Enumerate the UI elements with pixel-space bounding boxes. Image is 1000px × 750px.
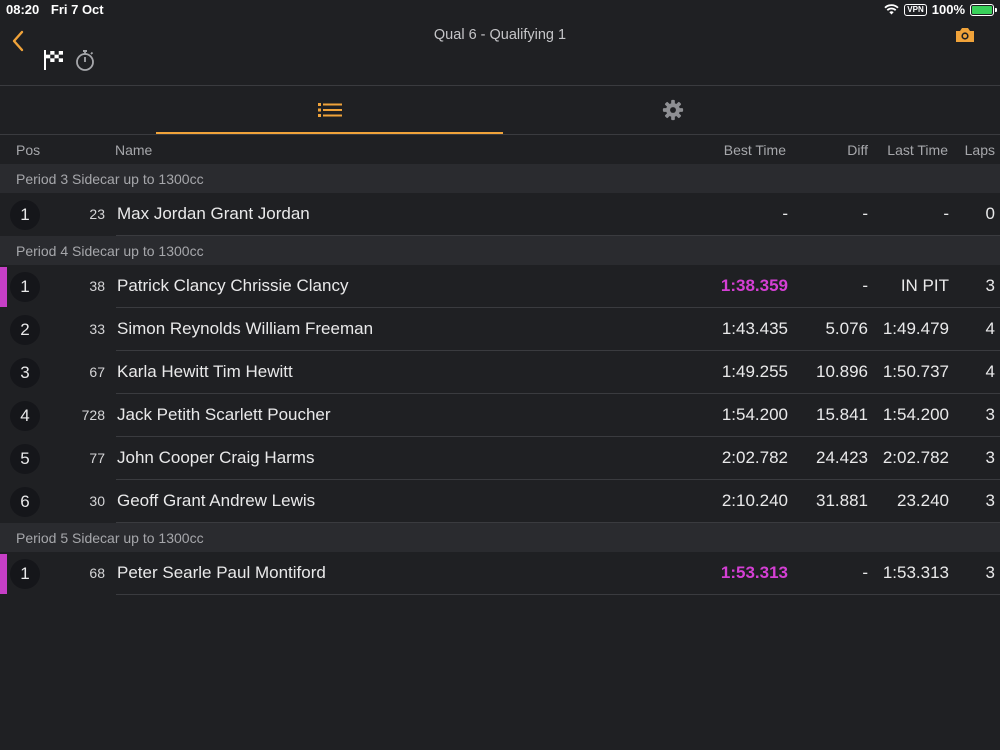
class-header: Period 3 Sidecar up to 1300cc (0, 164, 1000, 193)
status-date: Fri 7 Oct (50, 2, 104, 17)
position-badge: 1 (10, 200, 40, 230)
result-row[interactable]: 1 68 Peter Searle Paul Montiford 1:53.31… (0, 552, 1000, 595)
last-time: - (943, 204, 949, 223)
result-row[interactable]: 3 67 Karla Hewitt Tim Hewitt 1:49.255 10… (0, 351, 1000, 394)
list-icon (317, 103, 342, 117)
status-time: 08:20 (6, 2, 40, 17)
header-name[interactable]: Name (115, 142, 152, 158)
result-row[interactable]: 4 728 Jack Petith Scarlett Poucher 1:54.… (0, 394, 1000, 437)
last-time: 1:54.200 (882, 405, 949, 424)
class-title: Period 5 Sidecar up to 1300cc (16, 530, 204, 546)
stopwatch-icon[interactable] (74, 48, 96, 72)
nav-bar: Qual 6 - Qualifying 1 (0, 20, 1000, 86)
vpn-badge: VPN (904, 3, 927, 16)
diff: 5.076 (825, 319, 868, 338)
diff: 31.881 (816, 491, 868, 510)
tab-list[interactable] (156, 86, 503, 134)
class-title: Period 4 Sidecar up to 1300cc (16, 243, 204, 259)
diff: - (862, 204, 868, 223)
checkered-flag-icon[interactable] (42, 48, 66, 72)
best-time: - (782, 204, 788, 223)
race-number: 33 (89, 321, 105, 337)
class-header: Period 4 Sidecar up to 1300cc (0, 236, 1000, 265)
diff: 15.841 (816, 405, 868, 424)
result-row[interactable]: 1 23 Max Jordan Grant Jordan - - - 0 (0, 193, 1000, 236)
results-list: Period 3 Sidecar up to 1300cc 1 23 Max J… (0, 164, 1000, 595)
wifi-icon (884, 4, 899, 15)
rider-names: Patrick Clancy Chrissie Clancy (117, 276, 349, 295)
result-row[interactable]: 2 33 Simon Reynolds William Freeman 1:43… (0, 308, 1000, 351)
best-time: 1:38.359 (720, 276, 788, 295)
class-title: Period 3 Sidecar up to 1300cc (16, 171, 204, 187)
class-header: Period 5 Sidecar up to 1300cc (0, 523, 1000, 552)
diff: - (862, 276, 868, 295)
position-badge: 3 (10, 358, 40, 388)
status-clock: 08:20 Fri 7 Oct (6, 2, 104, 17)
header-pos[interactable]: Pos (16, 142, 40, 158)
last-time: 1:50.737 (882, 362, 949, 381)
position-badge: 6 (10, 487, 40, 517)
last-time: 23.240 (897, 491, 949, 510)
status-indicators: VPN 100% (884, 2, 997, 17)
result-row[interactable]: 1 38 Patrick Clancy Chrissie Clancy 1:38… (0, 265, 1000, 308)
status-bar: 08:20 Fri 7 Oct VPN 100% (0, 0, 1000, 20)
tab-settings[interactable] (503, 86, 843, 134)
position-badge: 4 (10, 401, 40, 431)
race-number: 77 (89, 450, 105, 466)
last-time: 2:02.782 (882, 448, 949, 467)
laps: 3 (985, 491, 995, 510)
rider-names: Simon Reynolds William Freeman (117, 319, 374, 338)
page-title: Qual 6 - Qualifying 1 (433, 27, 567, 43)
best-time: 2:10.240 (721, 491, 788, 510)
rider-names: John Cooper Craig Harms (117, 448, 315, 467)
laps: 4 (985, 362, 995, 381)
laps: 3 (985, 448, 995, 467)
position-badge: 1 (10, 272, 40, 302)
diff: 24.423 (816, 448, 868, 467)
rider-names: Karla Hewitt Tim Hewitt (117, 362, 293, 381)
best-time: 2:02.782 (721, 448, 788, 467)
camera-icon[interactable] (954, 25, 976, 45)
best-time: 1:49.255 (721, 362, 788, 381)
laps: 3 (985, 276, 995, 295)
position-badge: 5 (10, 444, 40, 474)
header-best-time[interactable]: Best Time (724, 142, 786, 158)
battery-icon (970, 3, 997, 16)
position-badge: 2 (10, 315, 40, 345)
rider-names: Peter Searle Paul Montiford (117, 563, 326, 582)
result-row[interactable]: 5 77 John Cooper Craig Harms 2:02.782 24… (0, 437, 1000, 480)
race-number: 38 (89, 278, 105, 294)
header-laps[interactable]: Laps (965, 142, 995, 158)
best-time: 1:43.435 (721, 319, 788, 338)
result-row[interactable]: 6 30 Geoff Grant Andrew Lewis 2:10.240 3… (0, 480, 1000, 523)
laps: 0 (985, 204, 995, 223)
laps: 3 (985, 405, 995, 424)
diff: 10.896 (816, 362, 868, 381)
rider-names: Geoff Grant Andrew Lewis (117, 491, 316, 510)
race-number: 30 (89, 493, 105, 509)
race-number: 67 (89, 364, 105, 380)
header-diff[interactable]: Diff (847, 142, 868, 158)
last-time: IN PIT (900, 276, 949, 295)
laps: 3 (985, 563, 995, 582)
battery-percent: 100% (931, 2, 965, 17)
session-icons (42, 48, 96, 72)
position-badge: 1 (10, 559, 40, 589)
race-number: 23 (89, 206, 105, 222)
best-time: 1:54.200 (721, 405, 788, 424)
race-number: 728 (81, 407, 105, 423)
best-time: 1:53.313 (720, 563, 788, 582)
rider-names: Jack Petith Scarlett Poucher (117, 405, 331, 424)
header-last-time[interactable]: Last Time (887, 142, 948, 158)
gear-icon (662, 99, 684, 121)
tab-bar (0, 86, 1000, 135)
last-time: 1:49.479 (882, 319, 949, 338)
race-number: 68 (89, 565, 105, 581)
rider-names: Max Jordan Grant Jordan (117, 204, 310, 223)
column-headers: Pos Name Best Time Diff Last Time Laps (0, 135, 1000, 163)
laps: 4 (985, 319, 995, 338)
last-time: 1:53.313 (882, 563, 949, 582)
diff: - (862, 563, 868, 582)
